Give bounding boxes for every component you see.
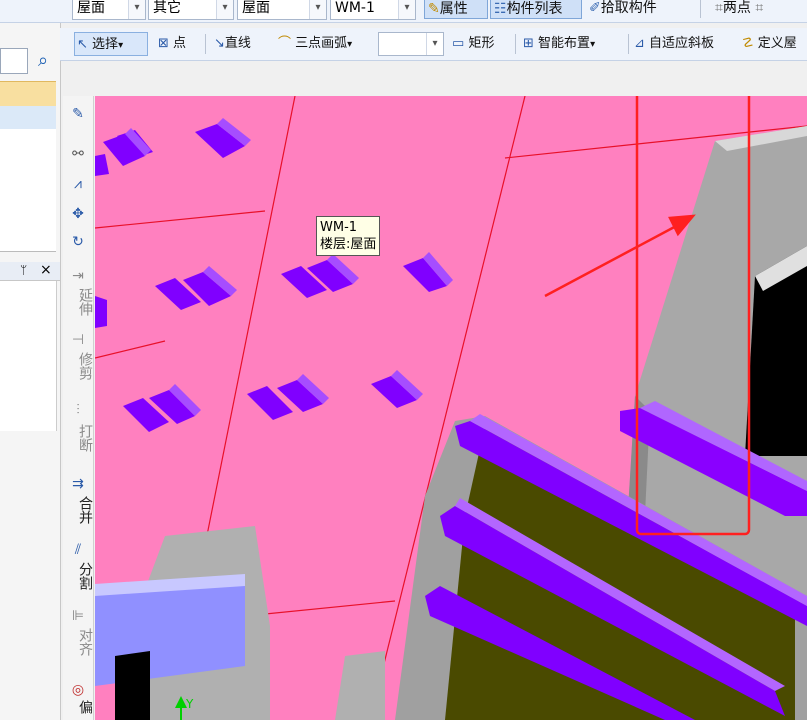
point-label: 点 (173, 36, 187, 51)
component-select[interactable]: WM-1 ▾ (330, 0, 416, 20)
property-list (0, 281, 57, 431)
eyedropper-icon: ✐ (589, 0, 601, 16)
adaptive-slab-button[interactable]: ⊿ 自适应斜板 (634, 32, 714, 56)
search-icon[interactable]: ⌕ (30, 48, 56, 74)
cursor-icon: ↖ (77, 37, 88, 52)
merge-button[interactable]: 合并 (63, 496, 93, 524)
vertical-toolbar: ✎ ⚯ ⩘ ✥ ↻ ⇥ 延伸 ⊣ 修剪 ⫶ 打断 ⇉ 合并 ⫽ 分割 ⊫ 对齐 … (63, 96, 94, 720)
break-icon: ⫶ (76, 402, 80, 418)
trim-button[interactable]: 修剪 (63, 352, 93, 380)
pick-component-label: 拾取构件 (600, 0, 657, 16)
parallel-icon: ⌗ (750, 0, 764, 16)
floor-select-2[interactable]: 屋面 ▾ (237, 0, 327, 20)
tree-item[interactable] (0, 106, 56, 129)
component-list-label: 构件列表 (506, 1, 563, 17)
toolbar-separator (515, 34, 516, 54)
two-point-icon: ⌗ (715, 0, 723, 16)
arc-option-select[interactable]: ▾ (378, 32, 444, 56)
search-input[interactable] (0, 48, 28, 74)
arc-label: 三点画弧 (295, 36, 348, 51)
extend-button[interactable]: 延伸 (63, 288, 93, 316)
offset-icon: ◎ (71, 682, 85, 698)
define-roof-button[interactable]: ☡ 定义屋 (742, 32, 797, 56)
chevron-down-icon[interactable]: ▾ (398, 0, 415, 19)
toolbar-row1: 屋面 ▾ 其它 ▾ 屋面 ▾ WM-1 ▾ ✎属性 ☷构件列表 ✐拾取构件 ⌗两… (0, 0, 807, 23)
line-icon: ↘ (214, 36, 225, 51)
align-icon: ⊫ (71, 608, 85, 624)
chevron-down-icon[interactable]: ▾ (590, 39, 595, 50)
select-label: 选择 (92, 37, 119, 52)
type-select-value: 其它 (153, 0, 181, 16)
merge-icon: ⇉ (72, 476, 84, 492)
adaptive-slab-icon: ⊿ (634, 36, 645, 51)
chevron-down-icon[interactable]: ▾ (216, 0, 233, 19)
offset-button[interactable]: 偏 (63, 700, 93, 714)
rotate-icon[interactable]: ↻ (63, 234, 93, 250)
pick-component-button[interactable]: ✐拾取构件 (586, 0, 676, 19)
move-icon[interactable]: ✥ (63, 206, 93, 222)
rect-label: 矩形 (468, 36, 495, 51)
align-button[interactable]: 对齐 (63, 628, 93, 656)
chevron-down-icon[interactable]: ▾ (128, 0, 145, 19)
left-panel: ᛘ × ⌕ ᛘ × (0, 0, 61, 720)
arc-icon: ⌒ (278, 36, 292, 51)
point-button[interactable]: ⊠ 点 (158, 32, 186, 56)
rect-button[interactable]: ▭ 矩形 (452, 32, 494, 56)
properties-button[interactable]: ✎属性 (424, 0, 488, 19)
mirror-icon[interactable]: ⩘ (63, 176, 93, 192)
two-point-label: 两点 (722, 0, 751, 16)
tree-list (0, 129, 56, 252)
toolbar-separator (700, 0, 701, 18)
define-roof-label: 定义屋 (757, 36, 797, 51)
chevron-down-icon[interactable]: ▾ (426, 33, 443, 55)
tooltip-floor: 楼层:屋面 (320, 237, 377, 252)
extend-icon: ⇥ (72, 268, 84, 284)
brush-icon[interactable]: ✎ (63, 106, 93, 122)
two-point-button[interactable]: ⌗两点 ⌗ (712, 0, 807, 19)
smart-layout-icon: ⊞ (523, 36, 534, 51)
adaptive-slab-label: 自适应斜板 (649, 36, 715, 51)
line-label: 直线 (224, 36, 251, 51)
select-button[interactable]: ↖ 选择▾ (74, 32, 148, 56)
roof-model-scene (95, 96, 807, 720)
panel-header-bottom: ᛘ × (0, 262, 60, 281)
define-icon: ☡ (742, 36, 754, 51)
line-button[interactable]: ↘直线 (214, 32, 251, 56)
copy-icon[interactable]: ⚯ (63, 146, 93, 162)
rectangle-icon: ▭ (452, 36, 465, 51)
trim-icon: ⊣ (71, 332, 85, 348)
smart-layout-label: 智能布置 (538, 36, 591, 51)
point-icon: ⊠ (158, 36, 169, 51)
chevron-down-icon[interactable]: ▾ (118, 40, 123, 51)
component-select-value: WM-1 (335, 0, 375, 16)
properties-icon: ✎ (428, 1, 440, 17)
3d-viewport[interactable]: Y (95, 96, 807, 720)
close-icon[interactable]: × (40, 262, 52, 278)
list-icon: ☷ (494, 1, 507, 17)
toolbar-separator (628, 34, 629, 54)
toolbar-row2: ↖ 选择▾ ⊠ 点 ↘直线 ⌒ 三点画弧▾ ▾ ▭ 矩形 ⊞ 智能布置▾ ⊿ 自… (60, 28, 807, 61)
floor-select-2-value: 屋面 (242, 0, 270, 16)
chevron-down-icon[interactable]: ▾ (347, 39, 352, 50)
tooltip-name: WM-1 (320, 220, 358, 235)
smart-layout-button[interactable]: ⊞ 智能布置▾ (523, 32, 595, 56)
y-axis-label: Y (186, 697, 194, 711)
split-button[interactable]: 分割 (63, 562, 93, 590)
floor-select[interactable]: 屋面 ▾ (72, 0, 146, 20)
arc-button[interactable]: ⌒ 三点画弧▾ (278, 32, 352, 56)
chevron-down-icon[interactable]: ▾ (309, 0, 326, 19)
component-tooltip: WM-1 楼层:屋面 (316, 216, 381, 256)
selected-tree-item[interactable] (0, 81, 56, 108)
floor-select-value: 屋面 (77, 0, 105, 16)
type-select[interactable]: 其它 ▾ (148, 0, 234, 20)
toolbar-separator (205, 34, 206, 54)
component-list-button[interactable]: ☷构件列表 (490, 0, 582, 19)
break-button[interactable]: 打断 (63, 424, 93, 452)
pin-icon[interactable]: ᛘ (20, 263, 27, 277)
split-icon: ⫽ (74, 542, 82, 558)
properties-label: 属性 (439, 1, 468, 17)
